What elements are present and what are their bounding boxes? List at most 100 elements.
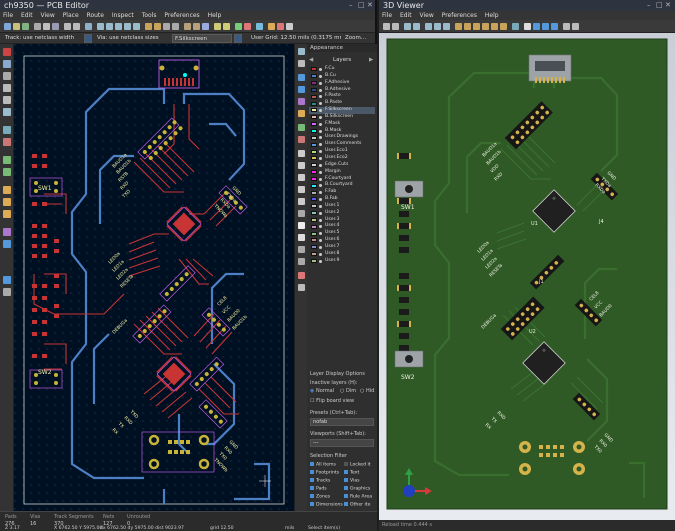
menu-inspect[interactable]: Inspect: [112, 12, 134, 19]
filter-zones[interactable]: Zones: [310, 494, 330, 500]
zoom-out-icon[interactable]: [115, 23, 122, 30]
3d-rotate-y-ccw-icon[interactable]: [482, 23, 489, 30]
save-icon[interactable]: [22, 23, 29, 30]
layer-color-swatch[interactable]: [311, 135, 317, 140]
add-zone-icon[interactable]: [298, 124, 305, 131]
visibility-eye-icon[interactable]: [319, 74, 322, 78]
layer-row[interactable]: User.Eco2: [309, 155, 375, 162]
via-size-select[interactable]: Via: use netclass sizes: [95, 34, 170, 43]
layer-row[interactable]: Edge.Cuts: [309, 162, 375, 169]
visibility-eye-icon[interactable]: [319, 102, 322, 106]
mirror-v-icon[interactable]: [163, 23, 170, 30]
visibility-eye-icon[interactable]: [319, 122, 322, 126]
layer-row[interactable]: B.Fab: [309, 196, 375, 203]
net-color-icon[interactable]: [3, 240, 11, 248]
delete-tool-icon[interactable]: [298, 272, 305, 279]
layer-color-swatch[interactable]: [311, 176, 317, 181]
filter-other-items[interactable]: Other ite: [344, 502, 370, 508]
tab-prev-icon[interactable]: ◀: [309, 56, 313, 64]
visibility-eye-icon[interactable]: [319, 218, 322, 222]
3d-layers-icon[interactable]: [572, 23, 579, 30]
rotate-ccw-icon[interactable]: [145, 23, 152, 30]
layer-row[interactable]: B.Cu: [309, 73, 375, 80]
layer-row[interactable]: B.Silkscreen: [309, 114, 375, 121]
scripting-icon[interactable]: [268, 23, 275, 30]
3d-zoom-out-icon[interactable]: [434, 23, 441, 30]
ratsnest-icon[interactable]: [3, 126, 11, 134]
layer-select[interactable]: F.Silkscreen: [172, 34, 232, 43]
layer-color-swatch[interactable]: [311, 170, 317, 175]
add-via-icon[interactable]: [298, 110, 305, 117]
visibility-eye-icon[interactable]: [319, 225, 322, 229]
filter-graphics[interactable]: Graphics: [344, 486, 370, 492]
drc-marker-icon[interactable]: [3, 48, 11, 56]
zoom-fit-icon[interactable]: [124, 23, 131, 30]
layer-row[interactable]: F.Fab: [309, 189, 375, 196]
high-contrast-icon[interactable]: [3, 228, 11, 236]
layer-row[interactable]: User.6: [309, 237, 375, 244]
visibility-eye-icon[interactable]: [319, 239, 322, 243]
presets-select[interactable]: nofab: [310, 418, 374, 426]
3d-zoom-in-icon[interactable]: [425, 23, 432, 30]
draw-arc-icon[interactable]: [298, 162, 305, 169]
schematic-icon[interactable]: [256, 23, 263, 30]
layer-color-swatch[interactable]: [311, 101, 317, 106]
undo-icon[interactable]: [64, 23, 71, 30]
layer-color-swatch[interactable]: [311, 183, 317, 188]
new-board-icon[interactable]: [4, 23, 11, 30]
properties-icon[interactable]: [3, 288, 11, 296]
layer-color-swatch[interactable]: [311, 211, 317, 216]
layer-color-swatch[interactable]: [311, 87, 317, 92]
layer-color-swatch[interactable]: [311, 252, 317, 257]
layer-color-swatch[interactable]: [311, 231, 317, 236]
add-text-icon[interactable]: [298, 222, 305, 229]
3d-menu-preferences[interactable]: Preferences: [442, 12, 477, 19]
layer-color-swatch[interactable]: [311, 259, 317, 264]
grid-select[interactable]: User Grid: 12.50 mils (0.3175 mm): [249, 34, 341, 43]
cursor-icon[interactable]: [3, 108, 11, 116]
3d-raytrace-icon[interactable]: [413, 23, 420, 30]
layer-row[interactable]: F.Adhesive: [309, 80, 375, 87]
draw-line-icon[interactable]: [298, 150, 305, 157]
plugin-icon[interactable]: [277, 23, 284, 30]
layer-row[interactable]: User.Eco1: [309, 148, 375, 155]
layer-color-swatch[interactable]: [311, 115, 317, 120]
via-sketch-icon[interactable]: [3, 198, 11, 206]
filter-locked-items[interactable]: Locked it: [344, 462, 371, 468]
layer-row[interactable]: User.7: [309, 244, 375, 251]
layer-color-swatch[interactable]: [311, 67, 317, 72]
menu-view[interactable]: View: [41, 12, 55, 19]
draw-polygon-icon[interactable]: [298, 198, 305, 205]
plot-icon[interactable]: [52, 23, 59, 30]
layer-color-swatch[interactable]: [311, 142, 317, 147]
filter-rule-areas[interactable]: Rule Area: [344, 494, 372, 500]
filter-tracks[interactable]: Tracks: [310, 478, 330, 484]
layer-row[interactable]: Margin: [309, 169, 375, 176]
polar-coords-icon[interactable]: [3, 72, 11, 80]
visibility-eye-icon[interactable]: [319, 232, 322, 236]
visibility-eye-icon[interactable]: [319, 170, 322, 174]
appearance-toggle-icon[interactable]: [3, 276, 11, 284]
layer-row[interactable]: F.Mask: [309, 121, 375, 128]
units-mm-icon[interactable]: [3, 96, 11, 104]
layer-color-swatch[interactable]: [311, 163, 317, 168]
3d-copy-icon[interactable]: [392, 23, 399, 30]
track-width-auto-icon[interactable]: [84, 34, 92, 43]
menu-preferences[interactable]: Preferences: [164, 12, 199, 19]
visibility-eye-icon[interactable]: [319, 184, 322, 188]
layer-color-swatch[interactable]: [311, 128, 317, 133]
lock-icon[interactable]: [202, 23, 209, 30]
visibility-eye-icon[interactable]: [319, 115, 322, 119]
inactive-hide-radio[interactable]: ○ Hid: [360, 388, 374, 394]
inactive-normal-radio[interactable]: ◉ Normal: [310, 388, 334, 394]
menu-file[interactable]: File: [3, 12, 13, 19]
ungroup-icon[interactable]: [193, 23, 200, 30]
layer-row[interactable]: F.Cu: [309, 66, 375, 73]
3d-rotate-z-ccw-icon[interactable]: [500, 23, 507, 30]
visibility-eye-icon[interactable]: [319, 177, 322, 181]
layer-row[interactable]: User.2: [309, 210, 375, 217]
add-dimension-icon[interactable]: [298, 258, 305, 265]
maximize-icon[interactable]: □: [358, 0, 365, 11]
layer-display-options-header[interactable]: Layer Display Options: [310, 371, 365, 377]
layer-color-swatch[interactable]: [311, 74, 317, 79]
